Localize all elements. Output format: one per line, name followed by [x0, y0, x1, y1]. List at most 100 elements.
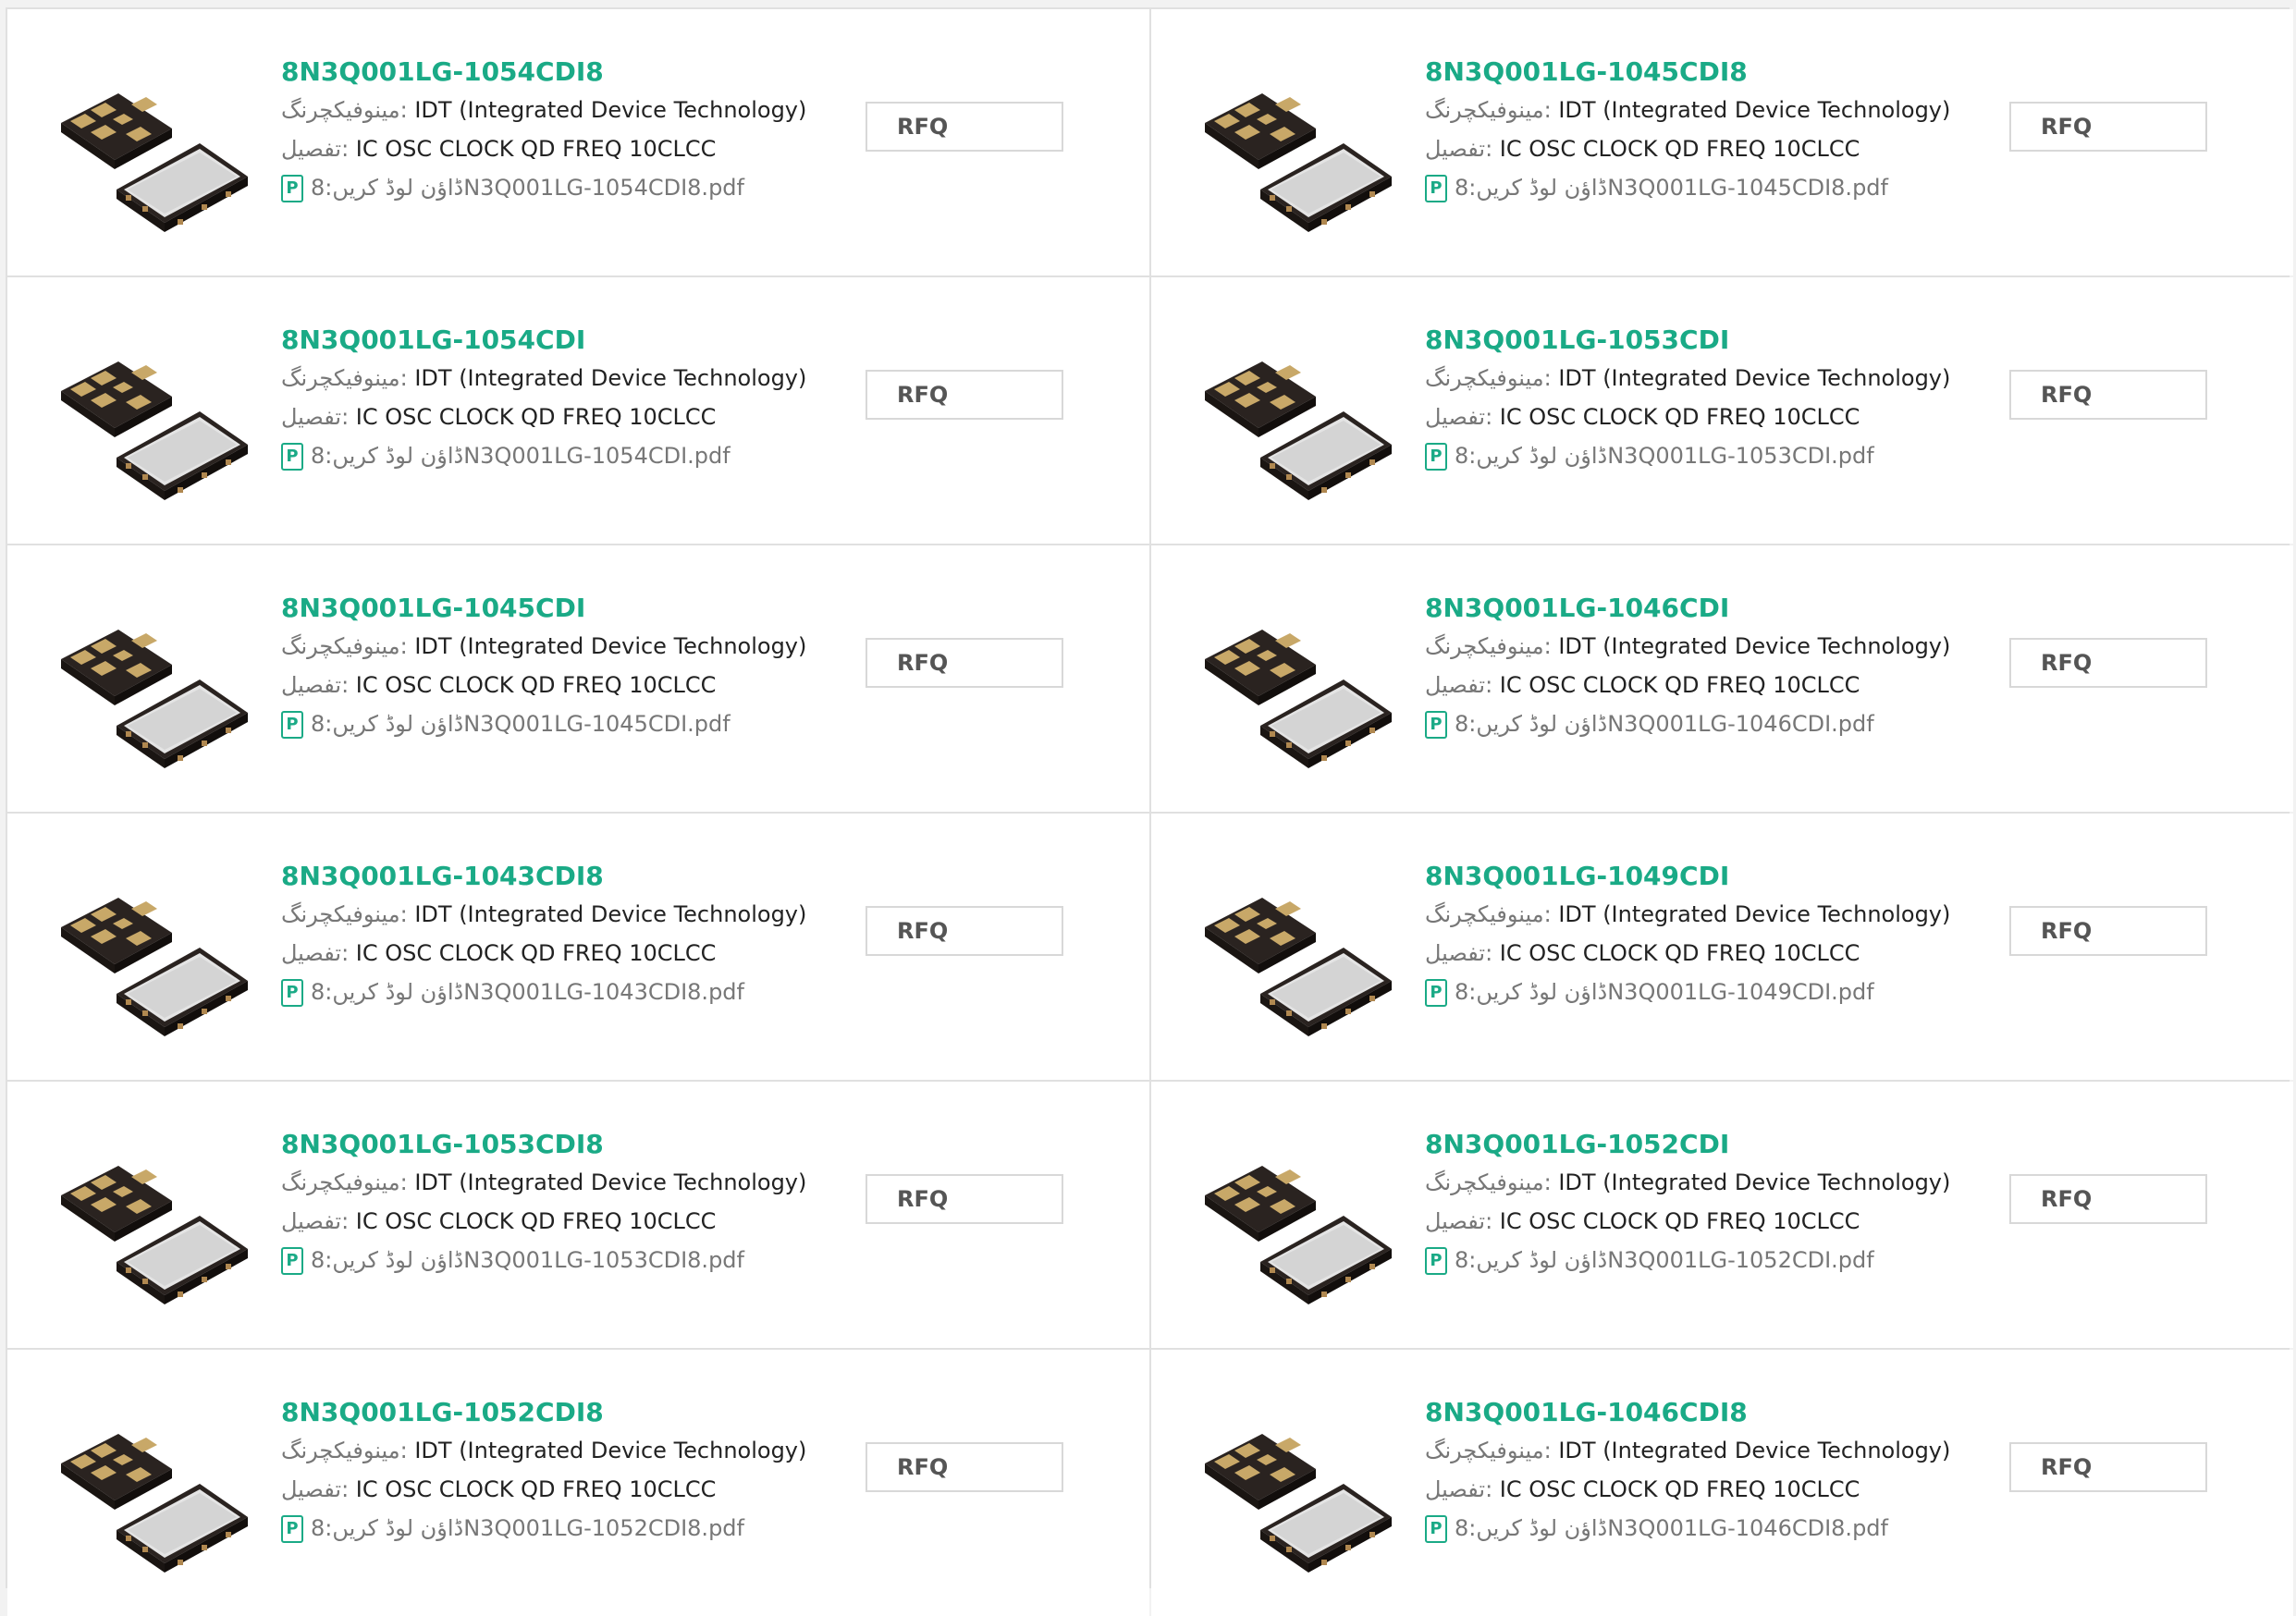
- product-image[interactable]: [1197, 1391, 1392, 1585]
- product-image[interactable]: [54, 319, 248, 513]
- oscillator-chip-image: [61, 93, 248, 232]
- pdf-icon[interactable]: P: [281, 175, 303, 202]
- description-value: IC OSC CLOCK QD FREQ 10CLCC: [355, 1476, 717, 1502]
- product-card: 8N3Q001LG-1053CDI مینوفیکچرنگ: IDT (Inte…: [1151, 277, 2293, 544]
- manufacturer-row: مینوفیکچرنگ: IDT (Integrated Device Tech…: [1425, 359, 1950, 398]
- part-number-link[interactable]: 8N3Q001LG-1054CDI8: [281, 54, 799, 91]
- rfq-button[interactable]: RFQ: [2009, 638, 2207, 688]
- product-card: 8N3Q001LG-1053CDI8 مینوفیکچرنگ: IDT (Int…: [7, 1082, 1149, 1348]
- datasheet-row[interactable]: P ڈاؤن لوڈ کریں:8N3Q001LG-1049CDI.pdf: [1425, 973, 1943, 1011]
- part-number-link[interactable]: 8N3Q001LG-1053CDI8: [281, 1126, 799, 1163]
- datasheet-row[interactable]: P ڈاؤن لوڈ کریں:8N3Q001LG-1054CDI.pdf: [281, 436, 799, 475]
- pdf-icon[interactable]: P: [1425, 1247, 1447, 1275]
- pdf-icon[interactable]: P: [281, 1247, 303, 1275]
- part-number-link[interactable]: 8N3Q001LG-1046CDI: [1425, 590, 1943, 627]
- description-row: تفصیل: IC OSC CLOCK QD FREQ 10CLCC: [1425, 129, 1943, 168]
- part-number-link[interactable]: 8N3Q001LG-1053CDI: [1425, 322, 1943, 359]
- product-image[interactable]: [1197, 51, 1392, 245]
- product-card: 8N3Q001LG-1049CDI مینوفیکچرنگ: IDT (Inte…: [1151, 814, 2293, 1080]
- manufacturer-value: IDT (Integrated Device Technology): [414, 633, 807, 659]
- description-row: تفصیل: IC OSC CLOCK QD FREQ 10CLCC: [281, 666, 799, 704]
- part-number-link[interactable]: 8N3Q001LG-1043CDI8: [281, 858, 799, 895]
- manufacturer-label: مینوفیکچرنگ:: [1425, 97, 1552, 123]
- pdf-icon[interactable]: P: [1425, 443, 1447, 471]
- pdf-icon[interactable]: P: [281, 443, 303, 471]
- part-number-link[interactable]: 8N3Q001LG-1049CDI: [1425, 858, 1943, 895]
- datasheet-row[interactable]: P ڈاؤن لوڈ کریں:8N3Q001LG-1053CDI8.pdf: [281, 1241, 799, 1279]
- datasheet-row[interactable]: P ڈاؤن لوڈ کریں:8N3Q001LG-1046CDI.pdf: [1425, 704, 1943, 743]
- download-label: ڈاؤن لوڈ کریں:: [1468, 1515, 1608, 1541]
- product-image[interactable]: [54, 1123, 248, 1317]
- description-label: تفصیل:: [281, 940, 350, 966]
- rfq-button[interactable]: RFQ: [866, 638, 1063, 688]
- rfq-button[interactable]: RFQ: [2009, 102, 2207, 152]
- product-image[interactable]: [54, 855, 248, 1049]
- datasheet-row[interactable]: P ڈاؤن لوڈ کریں:8N3Q001LG-1052CDI8.pdf: [281, 1509, 799, 1548]
- part-number-link[interactable]: 8N3Q001LG-1045CDI8: [1425, 54, 1943, 91]
- manufacturer-label: مینوفیکچرنگ:: [1425, 901, 1552, 927]
- pdf-icon[interactable]: P: [281, 1515, 303, 1543]
- datasheet-row[interactable]: P ڈاؤن لوڈ کریں:8N3Q001LG-1054CDI8.pdf: [281, 168, 799, 207]
- rfq-button[interactable]: RFQ: [866, 906, 1063, 956]
- product-image[interactable]: [54, 1391, 248, 1585]
- description-value: IC OSC CLOCK QD FREQ 10CLCC: [355, 136, 717, 162]
- download-label: ڈاؤن لوڈ کریں:: [325, 979, 464, 1005]
- description-row: تفصیل: IC OSC CLOCK QD FREQ 10CLCC: [281, 934, 799, 973]
- rfq-button[interactable]: RFQ: [866, 1174, 1063, 1224]
- manufacturer-row: مینوفیکچرنگ: IDT (Integrated Device Tech…: [1425, 627, 1950, 666]
- description-label: تفصیل:: [281, 1208, 350, 1234]
- pdf-icon[interactable]: P: [1425, 979, 1447, 1007]
- description-value: IC OSC CLOCK QD FREQ 10CLCC: [1499, 1208, 1860, 1234]
- description-label: تفصیل:: [281, 1476, 350, 1502]
- manufacturer-value: IDT (Integrated Device Technology): [1558, 365, 1951, 391]
- download-label: ڈاؤن لوڈ کریں:: [325, 1247, 464, 1273]
- datasheet-row[interactable]: P ڈاؤن لوڈ کریں:8N3Q001LG-1043CDI8.pdf: [281, 973, 799, 1011]
- rfq-button[interactable]: RFQ: [866, 1442, 1063, 1492]
- description-value: IC OSC CLOCK QD FREQ 10CLCC: [355, 940, 717, 966]
- product-image[interactable]: [54, 51, 248, 245]
- product-card: 8N3Q001LG-1046CDI8 مینوفیکچرنگ: IDT (Int…: [1151, 1350, 2293, 1616]
- pdf-icon[interactable]: P: [1425, 175, 1447, 202]
- description-label: تفصیل:: [1425, 940, 1493, 966]
- datasheet-row[interactable]: P ڈاؤن لوڈ کریں:8N3Q001LG-1045CDI.pdf: [281, 704, 799, 743]
- description-row: تفصیل: IC OSC CLOCK QD FREQ 10CLCC: [281, 398, 799, 436]
- datasheet-row[interactable]: P ڈاؤن لوڈ کریں:8N3Q001LG-1046CDI8.pdf: [1425, 1509, 1943, 1548]
- product-info: 8N3Q001LG-1053CDI مینوفیکچرنگ: IDT (Inte…: [1425, 322, 1950, 475]
- rfq-button[interactable]: RFQ: [2009, 370, 2207, 420]
- pdf-icon[interactable]: P: [1425, 1515, 1447, 1543]
- description-label: تفصیل:: [1425, 672, 1493, 698]
- rfq-button[interactable]: RFQ: [866, 370, 1063, 420]
- part-number-link[interactable]: 8N3Q001LG-1052CDI: [1425, 1126, 1943, 1163]
- manufacturer-row: مینوفیکچرنگ: IDT (Integrated Device Tech…: [1425, 1163, 1950, 1202]
- rfq-button[interactable]: RFQ: [2009, 906, 2207, 956]
- product-image[interactable]: [1197, 319, 1392, 513]
- product-info: 8N3Q001LG-1046CDI8 مینوفیکچرنگ: IDT (Int…: [1425, 1394, 1950, 1548]
- datasheet-row[interactable]: P ڈاؤن لوڈ کریں:8N3Q001LG-1053CDI.pdf: [1425, 436, 1943, 475]
- manufacturer-row: مینوفیکچرنگ: IDT (Integrated Device Tech…: [1425, 91, 1950, 129]
- description-row: تفصیل: IC OSC CLOCK QD FREQ 10CLCC: [281, 1202, 799, 1241]
- rfq-button[interactable]: RFQ: [866, 102, 1063, 152]
- datasheet-row[interactable]: P ڈاؤن لوڈ کریں:8N3Q001LG-1045CDI8.pdf: [1425, 168, 1943, 207]
- rfq-button[interactable]: RFQ: [2009, 1442, 2207, 1492]
- part-number-link[interactable]: 8N3Q001LG-1052CDI8: [281, 1394, 799, 1431]
- product-image[interactable]: [54, 587, 248, 781]
- part-number-link[interactable]: 8N3Q001LG-1054CDI: [281, 322, 799, 359]
- oscillator-chip-image: [1205, 630, 1392, 768]
- part-number-link[interactable]: 8N3Q001LG-1046CDI8: [1425, 1394, 1943, 1431]
- product-info: 8N3Q001LG-1054CDI8 مینوفیکچرنگ: IDT (Int…: [281, 54, 806, 207]
- product-image[interactable]: [1197, 587, 1392, 781]
- manufacturer-value: IDT (Integrated Device Technology): [414, 1438, 807, 1463]
- product-image[interactable]: [1197, 1123, 1392, 1317]
- pdf-icon[interactable]: P: [281, 979, 303, 1007]
- datasheet-row[interactable]: P ڈاؤن لوڈ کریں:8N3Q001LG-1052CDI.pdf: [1425, 1241, 1943, 1279]
- product-info: 8N3Q001LG-1052CDI مینوفیکچرنگ: IDT (Inte…: [1425, 1126, 1950, 1279]
- manufacturer-label: مینوفیکچرنگ:: [281, 633, 408, 659]
- description-row: تفصیل: IC OSC CLOCK QD FREQ 10CLCC: [1425, 1470, 1943, 1509]
- manufacturer-row: مینوفیکچرنگ: IDT (Integrated Device Tech…: [281, 1431, 806, 1470]
- pdf-icon[interactable]: P: [281, 711, 303, 739]
- product-image[interactable]: [1197, 855, 1392, 1049]
- pdf-icon[interactable]: P: [1425, 711, 1447, 739]
- rfq-button[interactable]: RFQ: [2009, 1174, 2207, 1224]
- product-card: 8N3Q001LG-1052CDI8 مینوفیکچرنگ: IDT (Int…: [7, 1350, 1149, 1616]
- part-number-link[interactable]: 8N3Q001LG-1045CDI: [281, 590, 799, 627]
